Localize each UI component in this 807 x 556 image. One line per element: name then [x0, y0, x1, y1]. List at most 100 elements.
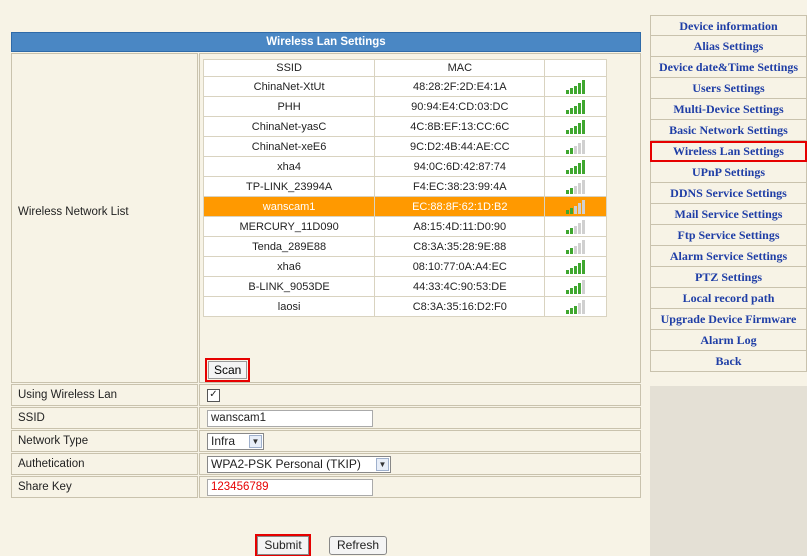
- network-mac: C8:3A:35:16:D2:F0: [374, 296, 546, 317]
- network-type-value: Infra: [211, 434, 236, 448]
- network-signal: [544, 136, 607, 157]
- network-row[interactable]: laosi C8:3A:35:16:D2:F0: [202, 296, 607, 317]
- network-row[interactable]: ChinaNet-XtUt 48:28:2F:2D:E4:1A: [202, 76, 607, 97]
- authentication-label: Authetication: [11, 453, 198, 475]
- network-mac: 48:28:2F:2D:E4:1A: [374, 76, 546, 97]
- signal-bar: [573, 145, 577, 154]
- network-row[interactable]: wanscam1 EC:88:8F:62:1D:B2: [202, 196, 607, 217]
- using-wireless-checkbox[interactable]: ✓: [207, 389, 220, 402]
- sidebar-item-alias-settings[interactable]: Alias Settings: [650, 36, 807, 57]
- signal-bar: [569, 207, 573, 214]
- signal-bar: [565, 209, 569, 214]
- network-row[interactable]: Tenda_289E88 C8:3A:35:28:9E:88: [202, 236, 607, 257]
- signal-bar: [581, 199, 585, 214]
- sidebar-item-users-settings[interactable]: Users Settings: [650, 78, 807, 99]
- signal-bar: [573, 285, 577, 294]
- network-signal: [544, 296, 607, 317]
- sidebar-item-alarm-log[interactable]: Alarm Log: [650, 330, 807, 351]
- signal-bar: [565, 149, 569, 154]
- network-signal: [544, 76, 607, 97]
- sidebar-item-upnp-settings[interactable]: UPnP Settings: [650, 162, 807, 183]
- sidebar-item-alarm-service-settings[interactable]: Alarm Service Settings: [650, 246, 807, 267]
- signal-bar: [565, 229, 569, 234]
- network-row[interactable]: xha6 08:10:77:0A:A4:EC: [202, 256, 607, 277]
- signal-bar: [573, 245, 577, 254]
- authentication-select[interactable]: WPA2-PSK Personal (TKIP) ▼: [207, 456, 391, 473]
- signal-strength-icon: [564, 259, 588, 274]
- signal-bar: [565, 109, 569, 114]
- network-ssid: xha4: [202, 156, 376, 177]
- signal-strength-icon: [564, 99, 588, 114]
- network-ssid: B-LINK_9053DE: [202, 276, 376, 297]
- ssid-input[interactable]: wanscam1: [207, 410, 373, 427]
- signal-strength-icon: [564, 199, 588, 214]
- main-content: Wireless Lan Settings Wireless Network L…: [0, 0, 649, 556]
- network-ssid: Tenda_289E88: [202, 236, 376, 257]
- network-row[interactable]: TP-LINK_23994A F4:EC:38:23:99:4A: [202, 176, 607, 197]
- network-row[interactable]: MERCURY_11D090 A8:15:4D:11:D0:90: [202, 216, 607, 237]
- authentication-value: WPA2-PSK Personal (TKIP): [211, 457, 361, 471]
- signal-bar: [577, 302, 581, 314]
- column-header-mac: MAC: [374, 59, 546, 77]
- signal-bar: [577, 242, 581, 254]
- signal-bar: [569, 307, 573, 314]
- sidebar-item-device-date-time-settings[interactable]: Device date&Time Settings: [650, 57, 807, 78]
- signal-bar: [565, 169, 569, 174]
- network-row[interactable]: ChinaNet-yasC 4C:8B:EF:13:CC:6C: [202, 116, 607, 137]
- authentication-row: Authetication WPA2-PSK Personal (TKIP) ▼: [11, 453, 641, 475]
- signal-bar: [573, 305, 577, 314]
- network-type-select[interactable]: Infra ▼: [207, 433, 264, 450]
- network-mac: F4:EC:38:23:99:4A: [374, 176, 546, 197]
- settings-sidebar: Device information Alias Settings Device d…: [650, 15, 807, 372]
- refresh-button[interactable]: Refresh: [329, 536, 387, 555]
- signal-bar: [565, 269, 569, 274]
- sidebar-item-local-record-path[interactable]: Local record path: [650, 288, 807, 309]
- network-mac: 90:94:E4:CD:03:DC: [374, 96, 546, 117]
- ssid-row: SSID wanscam1: [11, 407, 641, 429]
- ssid-label: SSID: [11, 407, 198, 429]
- sidebar-item-device-information[interactable]: Device information: [650, 15, 807, 36]
- signal-bar: [577, 262, 581, 274]
- sidebar-item-ftp-service-settings[interactable]: Ftp Service Settings: [650, 225, 807, 246]
- signal-strength-icon: [564, 279, 588, 294]
- panel-title: Wireless Lan Settings: [11, 32, 641, 52]
- network-row[interactable]: ChinaNet-xeE6 9C:D2:4B:44:AE:CC: [202, 136, 607, 157]
- signal-bar: [569, 107, 573, 114]
- sidebar-item-mail-service-settings[interactable]: Mail Service Settings: [650, 204, 807, 225]
- signal-bar: [569, 247, 573, 254]
- submit-button[interactable]: Submit: [255, 534, 311, 556]
- scan-button[interactable]: Scan: [204, 358, 251, 382]
- network-list-label: Wireless Network List: [18, 206, 129, 218]
- network-ssid: MERCURY_11D090: [202, 216, 376, 237]
- network-mac: EC:88:8F:62:1D:B2: [374, 196, 546, 217]
- sidebar-item-ptz-settings[interactable]: PTZ Settings: [650, 267, 807, 288]
- sidebar-item-wireless-lan-settings[interactable]: Wireless Lan Settings: [650, 141, 807, 162]
- network-signal: [544, 256, 607, 277]
- signal-bar: [581, 159, 585, 174]
- signal-bar: [573, 225, 577, 234]
- network-ssid: PHH: [202, 96, 376, 117]
- signal-bar: [573, 205, 577, 214]
- using-wireless-row: Using Wireless Lan ✓: [11, 384, 641, 406]
- sidebar-item-basic-network-settings[interactable]: Basic Network Settings: [650, 120, 807, 141]
- signal-bar: [581, 279, 585, 294]
- network-ssid: wanscam1: [202, 196, 376, 217]
- signal-bar: [569, 187, 573, 194]
- share-key-label: Share Key: [11, 476, 198, 498]
- signal-bar: [577, 202, 581, 214]
- network-row[interactable]: PHH 90:94:E4:CD:03:DC: [202, 96, 607, 117]
- signal-strength-icon: [564, 239, 588, 254]
- sidebar-item-back[interactable]: Back: [650, 351, 807, 372]
- sidebar-item-multi-device-settings[interactable]: Multi-Device Settings: [650, 99, 807, 120]
- share-key-input[interactable]: 123456789: [207, 479, 373, 496]
- network-row[interactable]: B-LINK_9053DE 44:33:4C:90:53:DE: [202, 276, 607, 297]
- network-list-label-cell: Wireless Network List: [11, 53, 198, 383]
- signal-bar: [577, 162, 581, 174]
- signal-bar: [573, 125, 577, 134]
- sidebar-item-upgrade-device-firmware[interactable]: Upgrade Device Firmware: [650, 309, 807, 330]
- sidebar-item-ddns-service-settings[interactable]: DDNS Service Settings: [650, 183, 807, 204]
- network-row[interactable]: xha4 94:0C:6D:42:87:74: [202, 156, 607, 177]
- column-header-ssid: SSID: [202, 59, 376, 77]
- signal-bar: [581, 299, 585, 314]
- sidebar-background: [650, 386, 807, 556]
